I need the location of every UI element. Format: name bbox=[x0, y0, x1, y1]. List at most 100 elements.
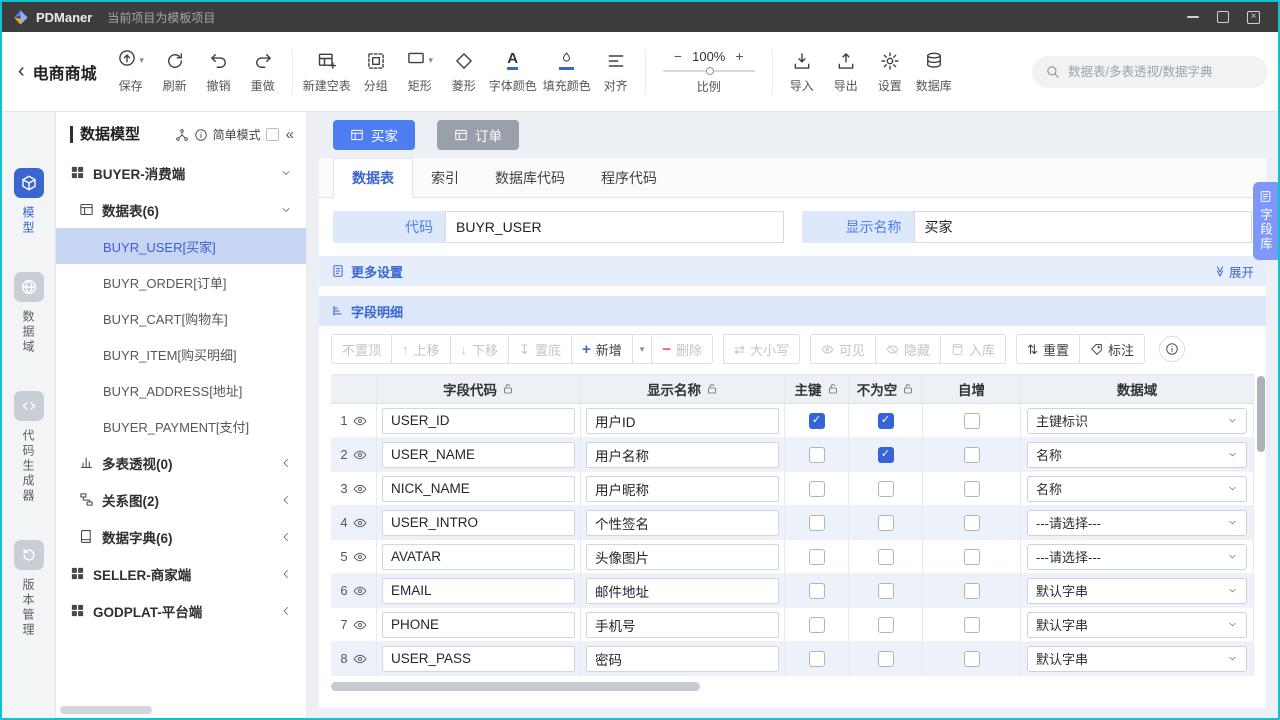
tree-node-views[interactable]: 多表透视(0) bbox=[56, 444, 306, 481]
field-display-name-input[interactable]: 个性签名 bbox=[586, 510, 779, 536]
unlock-icon[interactable] bbox=[706, 383, 718, 395]
nav-item-version[interactable]: 版本管理 bbox=[14, 540, 44, 638]
visible-button[interactable]: 可见 bbox=[810, 334, 876, 364]
chevron-down-icon[interactable] bbox=[280, 204, 292, 216]
data-domain-select[interactable]: 名称 bbox=[1027, 442, 1247, 468]
nav-item-code-generator[interactable]: 代码生成器 bbox=[14, 391, 44, 504]
subtab-datatable[interactable]: 数据表 bbox=[333, 158, 413, 198]
unlock-icon[interactable] bbox=[827, 383, 839, 395]
horizontal-scrollbar-thumb[interactable] bbox=[331, 682, 700, 691]
primary-key-checkbox[interactable] bbox=[809, 481, 825, 497]
chevron-left-icon[interactable] bbox=[280, 457, 292, 469]
data-domain-select[interactable]: 默认字串 bbox=[1027, 646, 1247, 672]
undo-button[interactable]: 撤销 bbox=[197, 46, 241, 98]
diamond-button[interactable]: 菱形 bbox=[442, 46, 486, 98]
auto-increment-checkbox[interactable] bbox=[964, 549, 980, 565]
not-null-checkbox[interactable] bbox=[878, 515, 894, 531]
align-button[interactable]: 对齐 bbox=[594, 46, 638, 98]
zoom-slider-handle[interactable] bbox=[706, 67, 714, 75]
tree-node-tables[interactable]: 数据表(6) bbox=[56, 191, 306, 228]
field-code-input[interactable]: EMAIL bbox=[382, 578, 575, 604]
tab-buyer[interactable]: 买家 bbox=[333, 120, 415, 150]
eye-icon[interactable] bbox=[353, 516, 367, 530]
not-null-checkbox[interactable] bbox=[878, 481, 894, 497]
auto-increment-checkbox[interactable] bbox=[964, 583, 980, 599]
field-code-input[interactable]: NICK_NAME bbox=[382, 476, 575, 502]
collapse-sidebar-button[interactable]: « bbox=[286, 127, 294, 142]
chevron-left-icon[interactable] bbox=[280, 531, 292, 543]
delete-field-button[interactable]: −删除 bbox=[651, 334, 713, 364]
case-toggle-button[interactable]: ⇄大小写 bbox=[723, 334, 800, 364]
tree-node-dicts[interactable]: 数据字典(6) bbox=[56, 518, 306, 555]
field-library-tab[interactable]: 字段库 bbox=[1253, 182, 1278, 260]
tree-group-seller[interactable]: SELLER-商家端 bbox=[56, 555, 306, 592]
eye-icon[interactable] bbox=[353, 414, 367, 428]
sidebar-horizontal-scrollbar[interactable] bbox=[60, 706, 152, 714]
global-search[interactable] bbox=[1032, 56, 1268, 88]
move-up-button[interactable]: ↑上移 bbox=[391, 334, 451, 364]
sidebar-table-item[interactable]: BUYER_PAYMENT[支付] bbox=[56, 408, 306, 444]
not-null-checkbox[interactable]: ✓ bbox=[878, 447, 894, 463]
auto-increment-checkbox[interactable] bbox=[964, 481, 980, 497]
field-display-name-input[interactable]: 用户昵称 bbox=[586, 476, 779, 502]
primary-key-checkbox[interactable] bbox=[809, 617, 825, 633]
tree-node-relations[interactable]: 关系图(2) bbox=[56, 481, 306, 518]
not-null-checkbox[interactable]: ✓ bbox=[878, 413, 894, 429]
unlock-icon[interactable] bbox=[502, 383, 514, 395]
eye-icon[interactable] bbox=[353, 448, 367, 462]
field-code-input[interactable]: USER_ID bbox=[382, 408, 575, 434]
move-bottom-button[interactable]: ↧置底 bbox=[508, 334, 572, 364]
simple-mode-checkbox[interactable] bbox=[266, 128, 279, 141]
unlock-icon[interactable] bbox=[902, 383, 914, 395]
field-display-name-input[interactable]: 邮件地址 bbox=[586, 578, 779, 604]
not-null-checkbox[interactable] bbox=[878, 651, 894, 667]
database-button[interactable]: 数据库 bbox=[912, 46, 956, 98]
field-display-name-input[interactable]: 手机号 bbox=[586, 612, 779, 638]
not-null-checkbox[interactable] bbox=[878, 583, 894, 599]
expand-button[interactable]: ≫ 展开 bbox=[1213, 262, 1254, 281]
eye-icon[interactable] bbox=[353, 550, 367, 564]
field-code-input[interactable]: AVATAR bbox=[382, 544, 575, 570]
field-code-input[interactable]: PHONE bbox=[382, 612, 575, 638]
save-button[interactable]: ▾ 保存 bbox=[109, 46, 153, 98]
auto-increment-checkbox[interactable] bbox=[964, 651, 980, 667]
font-color-button[interactable]: A 字体颜色 bbox=[486, 46, 540, 98]
field-display-name-input[interactable]: 用户ID bbox=[586, 408, 779, 434]
subtab-program-code[interactable]: 程序代码 bbox=[583, 158, 675, 197]
eye-icon[interactable] bbox=[353, 482, 367, 496]
sidebar-table-item[interactable]: BUYR_CART[购物车] bbox=[56, 300, 306, 336]
tag-button[interactable]: 标注 bbox=[1079, 334, 1145, 364]
display-name-input[interactable] bbox=[914, 211, 1253, 243]
field-code-input[interactable]: USER_INTRO bbox=[382, 510, 575, 536]
back-button[interactable]: ‹ 电商商城 bbox=[12, 60, 109, 84]
sidebar-table-item[interactable]: BUYR_ITEM[购买明细] bbox=[56, 336, 306, 372]
redo-button[interactable]: 重做 bbox=[241, 46, 285, 98]
field-display-name-input[interactable]: 头像图片 bbox=[586, 544, 779, 570]
zoom-slider[interactable] bbox=[663, 66, 755, 76]
add-field-dropdown-button[interactable]: ▾ bbox=[632, 334, 653, 364]
data-domain-select[interactable]: ---请选择--- bbox=[1027, 544, 1247, 570]
import-button[interactable]: 导入 bbox=[780, 46, 824, 98]
primary-key-checkbox[interactable]: ✓ bbox=[809, 413, 825, 429]
caret-down-icon[interactable]: ▾ bbox=[428, 55, 433, 66]
sidebar-table-item[interactable]: BUYR_ORDER[订单] bbox=[56, 264, 306, 300]
refresh-button[interactable]: 刷新 bbox=[153, 46, 197, 98]
auto-increment-checkbox[interactable] bbox=[964, 447, 980, 463]
chevron-left-icon[interactable] bbox=[280, 494, 292, 506]
auto-increment-checkbox[interactable] bbox=[964, 413, 980, 429]
fill-color-button[interactable]: 填充颜色 bbox=[540, 46, 594, 98]
sidebar-table-item[interactable]: BUYR_ADDRESS[地址] bbox=[56, 372, 306, 408]
subtab-db-code[interactable]: 数据库代码 bbox=[477, 158, 583, 197]
minimize-button[interactable] bbox=[1187, 16, 1199, 18]
eye-icon[interactable] bbox=[353, 618, 367, 632]
nav-item-data-domain[interactable]: 数据域 bbox=[14, 272, 44, 355]
info-icon-button[interactable] bbox=[1159, 336, 1185, 362]
vertical-scrollbar-thumb[interactable] bbox=[1257, 376, 1265, 452]
move-down-button[interactable]: ↓下移 bbox=[450, 334, 510, 364]
data-domain-select[interactable]: ---请选择--- bbox=[1027, 510, 1247, 536]
field-display-name-input[interactable]: 密码 bbox=[586, 646, 779, 672]
chevron-left-icon[interactable] bbox=[280, 605, 292, 617]
relation-mode-icon[interactable] bbox=[175, 128, 189, 142]
not-null-checkbox[interactable] bbox=[878, 549, 894, 565]
code-input[interactable] bbox=[445, 211, 784, 243]
